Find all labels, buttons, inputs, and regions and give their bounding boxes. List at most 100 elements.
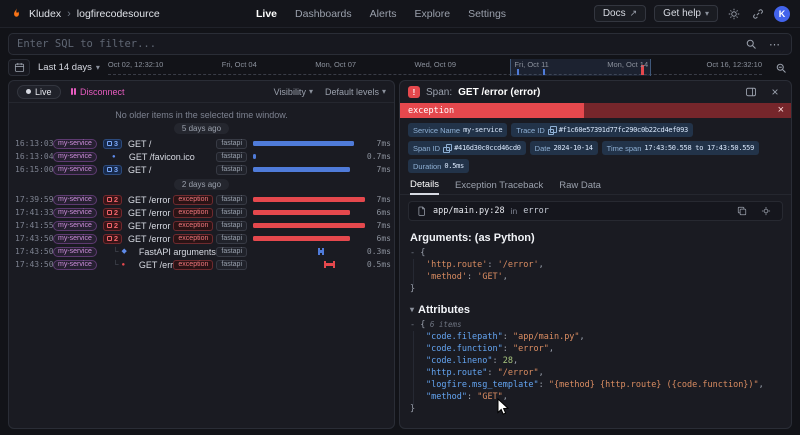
- live-toggle-button[interactable]: Live: [17, 85, 61, 99]
- trace-panel: Live Disconnect Visibility ▾ Default lev…: [8, 80, 395, 429]
- time-range-selector[interactable]: Last 14 days ▾: [38, 62, 100, 73]
- more-options-button[interactable]: ⋯: [767, 36, 783, 52]
- trace-rows: 5 days ago16:13:03my-service3GET /fastap…: [9, 123, 394, 271]
- tag-pills: fastapi: [216, 139, 247, 149]
- share-link-button[interactable]: [750, 6, 766, 22]
- duration-bar: [253, 197, 365, 202]
- tag-pill-fastapi: fastapi: [216, 165, 247, 175]
- sql-filter-bar: ⋯: [8, 33, 792, 55]
- span-meta-chips: Service Namemy-serviceTrace ID#f1c60e573…: [400, 118, 791, 177]
- service-pill: my-service: [53, 260, 97, 270]
- tab-live[interactable]: Live: [256, 8, 277, 20]
- spans-icon: [107, 223, 112, 228]
- span-count-badge[interactable]: 2: [103, 195, 122, 205]
- trace-row[interactable]: 17:39:59my-service2GET /errorexceptionfa…: [9, 193, 394, 206]
- calendar-button[interactable]: [8, 59, 30, 76]
- chip-label: Duration: [413, 162, 441, 171]
- duration-bar: [253, 154, 256, 159]
- trace-row[interactable]: 17:43:50my-service└●GET /error (error)ex…: [9, 258, 394, 271]
- copy-path-button[interactable]: [734, 203, 750, 219]
- tab-settings[interactable]: Settings: [468, 8, 506, 20]
- duration-label: 0.3ms: [365, 247, 391, 256]
- sql-filter-input[interactable]: [17, 38, 735, 50]
- breadcrumb: Kludex › logfirecodesource: [10, 7, 160, 20]
- copy-icon[interactable]: [443, 144, 451, 152]
- zoom-out-button[interactable]: [770, 59, 792, 76]
- span-count-badge[interactable]: 2: [103, 208, 122, 218]
- visibility-dropdown[interactable]: Visibility ▾: [274, 87, 313, 97]
- timeline-tick-label: Fri, Oct 04: [222, 60, 257, 69]
- file-icon: [417, 206, 427, 216]
- tab-alerts[interactable]: Alerts: [370, 8, 397, 20]
- tag-pill-fastapi: fastapi: [216, 195, 247, 205]
- row-timestamp: 16:15:00: [15, 165, 53, 174]
- time-divider: 5 days ago: [9, 123, 394, 134]
- levels-dropdown[interactable]: Default levels ▾: [325, 87, 386, 97]
- trace-row[interactable]: 16:13:03my-service3GET /fastapi7ms: [9, 137, 394, 150]
- trace-row[interactable]: 17:43:50my-service└◆FastAPI argumentsfas…: [9, 245, 394, 258]
- locate-code-button[interactable]: [758, 203, 774, 219]
- duration-bar: [253, 223, 365, 228]
- marker-slot: └●: [103, 261, 135, 269]
- copy-icon[interactable]: [548, 126, 556, 134]
- disconnect-button[interactable]: Disconnect: [71, 87, 125, 97]
- tab-dashboards[interactable]: Dashboards: [295, 8, 352, 20]
- row-timestamp: 17:43:50: [15, 234, 53, 243]
- attributes-heading[interactable]: ▾ Attributes: [400, 299, 791, 318]
- tag-pill-fastapi: fastapi: [216, 247, 247, 257]
- trace-row[interactable]: 16:13:04my-service●GET /favicon.icofasta…: [9, 150, 394, 163]
- code-line: }: [410, 403, 781, 415]
- trace-row[interactable]: 17:41:33my-service2GET /errorexceptionfa…: [9, 206, 394, 219]
- timeline-tick-label: Mon, Oct 07: [315, 60, 356, 69]
- avatar[interactable]: K: [774, 6, 790, 22]
- tag-pill-exception: exception: [173, 260, 213, 270]
- timeline-axis: [108, 74, 762, 75]
- docs-button[interactable]: Docs ↗: [594, 5, 646, 22]
- detail-tab-details[interactable]: Details: [410, 179, 439, 195]
- dock-panel-button[interactable]: [743, 84, 759, 100]
- duration-label: 6ms: [365, 208, 391, 217]
- source-in-label: in: [511, 206, 518, 216]
- span-diamond-icon: ◆: [122, 248, 127, 255]
- span-dot-icon: ●: [112, 154, 116, 160]
- theme-toggle-button[interactable]: [726, 6, 742, 22]
- span-count-badge[interactable]: 2: [103, 221, 122, 231]
- empty-message: No older items in the selected time wind…: [9, 110, 394, 120]
- timeline[interactable]: Oct 02, 12:32:10Fri, Oct 04Mon, Oct 07We…: [108, 59, 762, 76]
- service-pill: my-service: [53, 139, 97, 149]
- span-name: GET /error: [128, 221, 170, 231]
- source-path: app/main.py:28: [433, 206, 505, 216]
- span-count-badge[interactable]: 3: [103, 165, 122, 175]
- logfire-logo-icon[interactable]: [10, 7, 23, 20]
- trace-panel-header: Live Disconnect Visibility ▾ Default lev…: [9, 81, 394, 103]
- span-count-badge[interactable]: 3: [103, 139, 122, 149]
- span-count-badge[interactable]: 2: [103, 234, 122, 244]
- trace-row[interactable]: 17:41:55my-service2GET /errorexceptionfa…: [9, 219, 394, 232]
- banner-close-icon[interactable]: ×: [778, 105, 784, 116]
- tab-explore[interactable]: Explore: [414, 8, 450, 20]
- timeline-ticks: Oct 02, 12:32:10Fri, Oct 04Mon, Oct 07We…: [108, 60, 762, 69]
- chevron-down-icon: ▾: [382, 88, 386, 96]
- get-help-button[interactable]: Get help ▾: [654, 5, 718, 22]
- trace-row[interactable]: 16:15:00my-service3GET /fastapi7ms: [9, 163, 394, 176]
- breadcrumb-project[interactable]: logfirecodesource: [77, 8, 160, 20]
- detail-tab-exception-traceback[interactable]: Exception Traceback: [455, 180, 543, 194]
- timeline-tick-label: Oct 02, 12:32:10: [108, 60, 163, 69]
- external-link-icon: ↗: [630, 8, 638, 19]
- tag-pill-fastapi: fastapi: [216, 260, 247, 270]
- service-pill: my-service: [53, 221, 97, 231]
- row-timestamp: 17:43:50: [15, 247, 53, 256]
- span-name: GET /error: [128, 208, 170, 218]
- time-divider-label: 5 days ago: [174, 123, 229, 134]
- chip-value: #416d30c0ccd46cd0: [454, 144, 521, 152]
- detail-tab-raw-data[interactable]: Raw Data: [559, 180, 601, 194]
- trace-row[interactable]: 17:43:50my-service2GET /errorexceptionfa…: [9, 232, 394, 245]
- close-panel-button[interactable]: ×: [767, 84, 783, 100]
- breadcrumb-org[interactable]: Kludex: [29, 8, 61, 20]
- span-detail-actions: ×: [743, 84, 783, 100]
- service-pill: my-service: [53, 208, 97, 218]
- chip-value: 17:43:50.558 to 17:43:50.559: [644, 144, 754, 152]
- nav-tabs: Live Dashboards Alerts Explore Settings: [256, 0, 506, 27]
- tag-pills: exceptionfastapi: [173, 234, 247, 244]
- search-icon[interactable]: [743, 36, 759, 52]
